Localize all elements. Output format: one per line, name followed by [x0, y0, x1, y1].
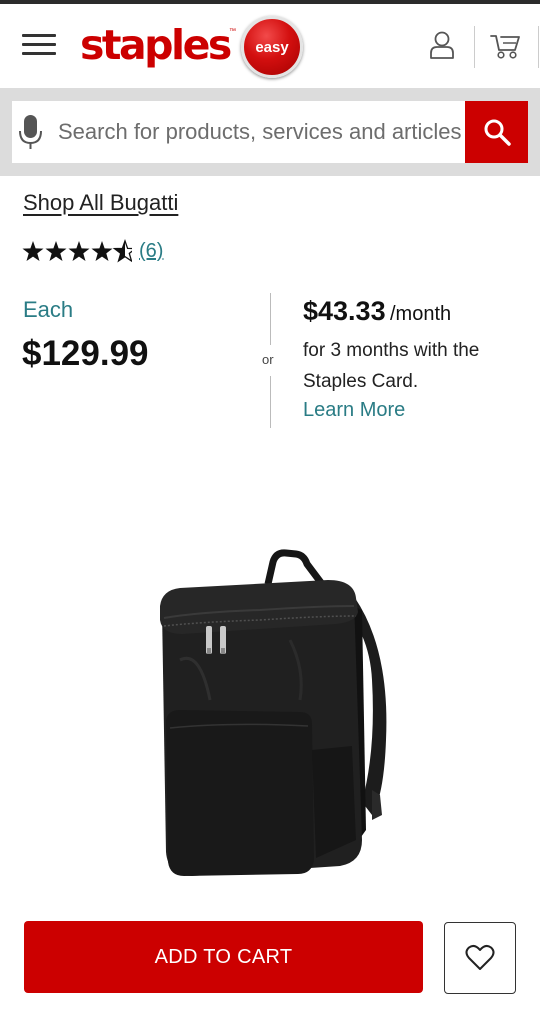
easy-button[interactable]: easy [241, 16, 303, 78]
or-label: or [262, 352, 274, 367]
easy-button-label: easy [255, 38, 289, 56]
cart-icon[interactable] [489, 28, 523, 62]
search-bar [0, 88, 540, 176]
review-count-link[interactable]: (6) [139, 240, 163, 263]
search-box [12, 101, 466, 163]
monthly-period: /month [390, 303, 452, 325]
favorite-button[interactable] [444, 922, 516, 994]
star-rating [22, 240, 132, 262]
each-label: Each [23, 297, 74, 322]
menu-icon[interactable] [22, 32, 56, 58]
financing-description: for 3 months with the Staples Card. [303, 340, 480, 392]
learn-more-link[interactable]: Learn More [303, 399, 405, 422]
star-full-icon [22, 241, 44, 261]
header-divider [474, 26, 475, 68]
price-divider-top [270, 293, 271, 345]
account-icon[interactable] [425, 28, 459, 62]
heart-icon [465, 944, 495, 970]
star-full-icon [45, 241, 67, 261]
monthly-amount: $43.33 [303, 296, 386, 326]
search-input[interactable] [58, 101, 464, 163]
star-half-icon [113, 240, 132, 262]
staples-logo[interactable]: staples [80, 18, 232, 72]
shop-all-brand-link[interactable]: Shop All Bugatti [23, 190, 178, 216]
search-icon [484, 119, 511, 146]
search-button[interactable] [465, 101, 528, 163]
star-full-icon [68, 241, 90, 261]
site-header: staples ™ easy [0, 4, 540, 88]
product-price: $129.99 [22, 334, 149, 373]
logo-trademark: ™ [229, 28, 236, 35]
header-edge-divider [538, 26, 539, 68]
microphone-icon[interactable] [16, 114, 46, 150]
product-image[interactable] [140, 540, 400, 890]
price-divider-bottom [270, 376, 271, 428]
star-full-icon [91, 241, 113, 261]
add-to-cart-button[interactable]: ADD TO CART [24, 921, 423, 993]
